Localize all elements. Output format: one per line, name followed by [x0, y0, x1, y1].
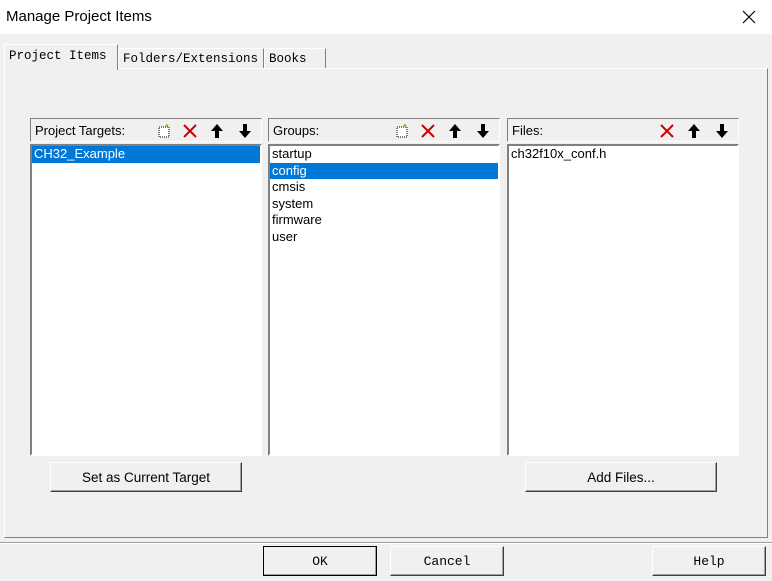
list-item[interactable]: cmsis — [270, 179, 498, 196]
list-item[interactable]: CH32_Example — [32, 146, 260, 163]
list-item[interactable]: firmware — [270, 212, 498, 229]
arrow-down-icon — [238, 123, 251, 138]
delete-icon — [420, 123, 435, 138]
close-icon — [742, 10, 756, 24]
files-list[interactable]: ch32f10x_conf.h — [507, 144, 739, 456]
list-item[interactable]: system — [270, 196, 498, 213]
delete-icon — [659, 123, 674, 138]
files-header: Files: — [507, 118, 739, 142]
help-button[interactable]: Help — [652, 546, 766, 576]
arrow-up-icon — [210, 123, 223, 138]
arrow-down-icon — [476, 123, 489, 138]
arrow-up-icon — [448, 123, 461, 138]
ok-button[interactable]: OK — [263, 546, 377, 576]
arrow-up-icon — [687, 123, 700, 138]
groups-move-down-button[interactable] — [472, 121, 493, 140]
groups-header: Groups: — [268, 118, 500, 142]
groups-move-up-button[interactable] — [444, 121, 465, 140]
title-bar: Manage Project Items — [0, 0, 772, 34]
close-button[interactable] — [726, 0, 772, 34]
tab-project-items[interactable]: Project Items — [4, 44, 118, 70]
files-move-up-button[interactable] — [683, 121, 704, 140]
groups-new-button[interactable] — [391, 121, 412, 140]
window-title: Manage Project Items — [6, 8, 152, 25]
tab-books[interactable]: Books — [264, 48, 326, 68]
files-move-down-button[interactable] — [711, 121, 732, 140]
targets-new-button[interactable] — [153, 121, 174, 140]
targets-label: Project Targets: — [35, 123, 126, 138]
new-item-icon — [158, 123, 169, 137]
groups-list[interactable]: startup config cmsis system firmware use… — [268, 144, 500, 456]
list-item[interactable]: config — [270, 162, 498, 179]
groups-delete-button[interactable] — [417, 121, 438, 140]
set-current-target-button[interactable]: Set as Current Target — [50, 462, 242, 492]
cancel-button[interactable]: Cancel — [390, 546, 504, 576]
targets-header: Project Targets: — [30, 118, 262, 142]
delete-icon — [182, 123, 197, 138]
arrow-down-icon — [715, 123, 728, 138]
files-delete-button[interactable] — [656, 121, 677, 140]
targets-list[interactable]: CH32_Example — [30, 144, 262, 456]
groups-label: Groups: — [273, 123, 320, 138]
new-item-icon — [396, 123, 407, 137]
targets-delete-button[interactable] — [179, 121, 200, 140]
tab-folders-extensions[interactable]: Folders/Extensions — [118, 48, 264, 68]
list-item[interactable]: ch32f10x_conf.h — [509, 146, 737, 163]
files-label: Files: — [512, 123, 544, 138]
targets-move-down-button[interactable] — [234, 121, 255, 140]
footer-divider-highlight — [0, 543, 772, 544]
add-files-button[interactable]: Add Files... — [525, 462, 717, 492]
list-item[interactable]: startup — [270, 146, 498, 163]
targets-move-up-button[interactable] — [206, 121, 227, 140]
list-item[interactable]: user — [270, 229, 498, 246]
